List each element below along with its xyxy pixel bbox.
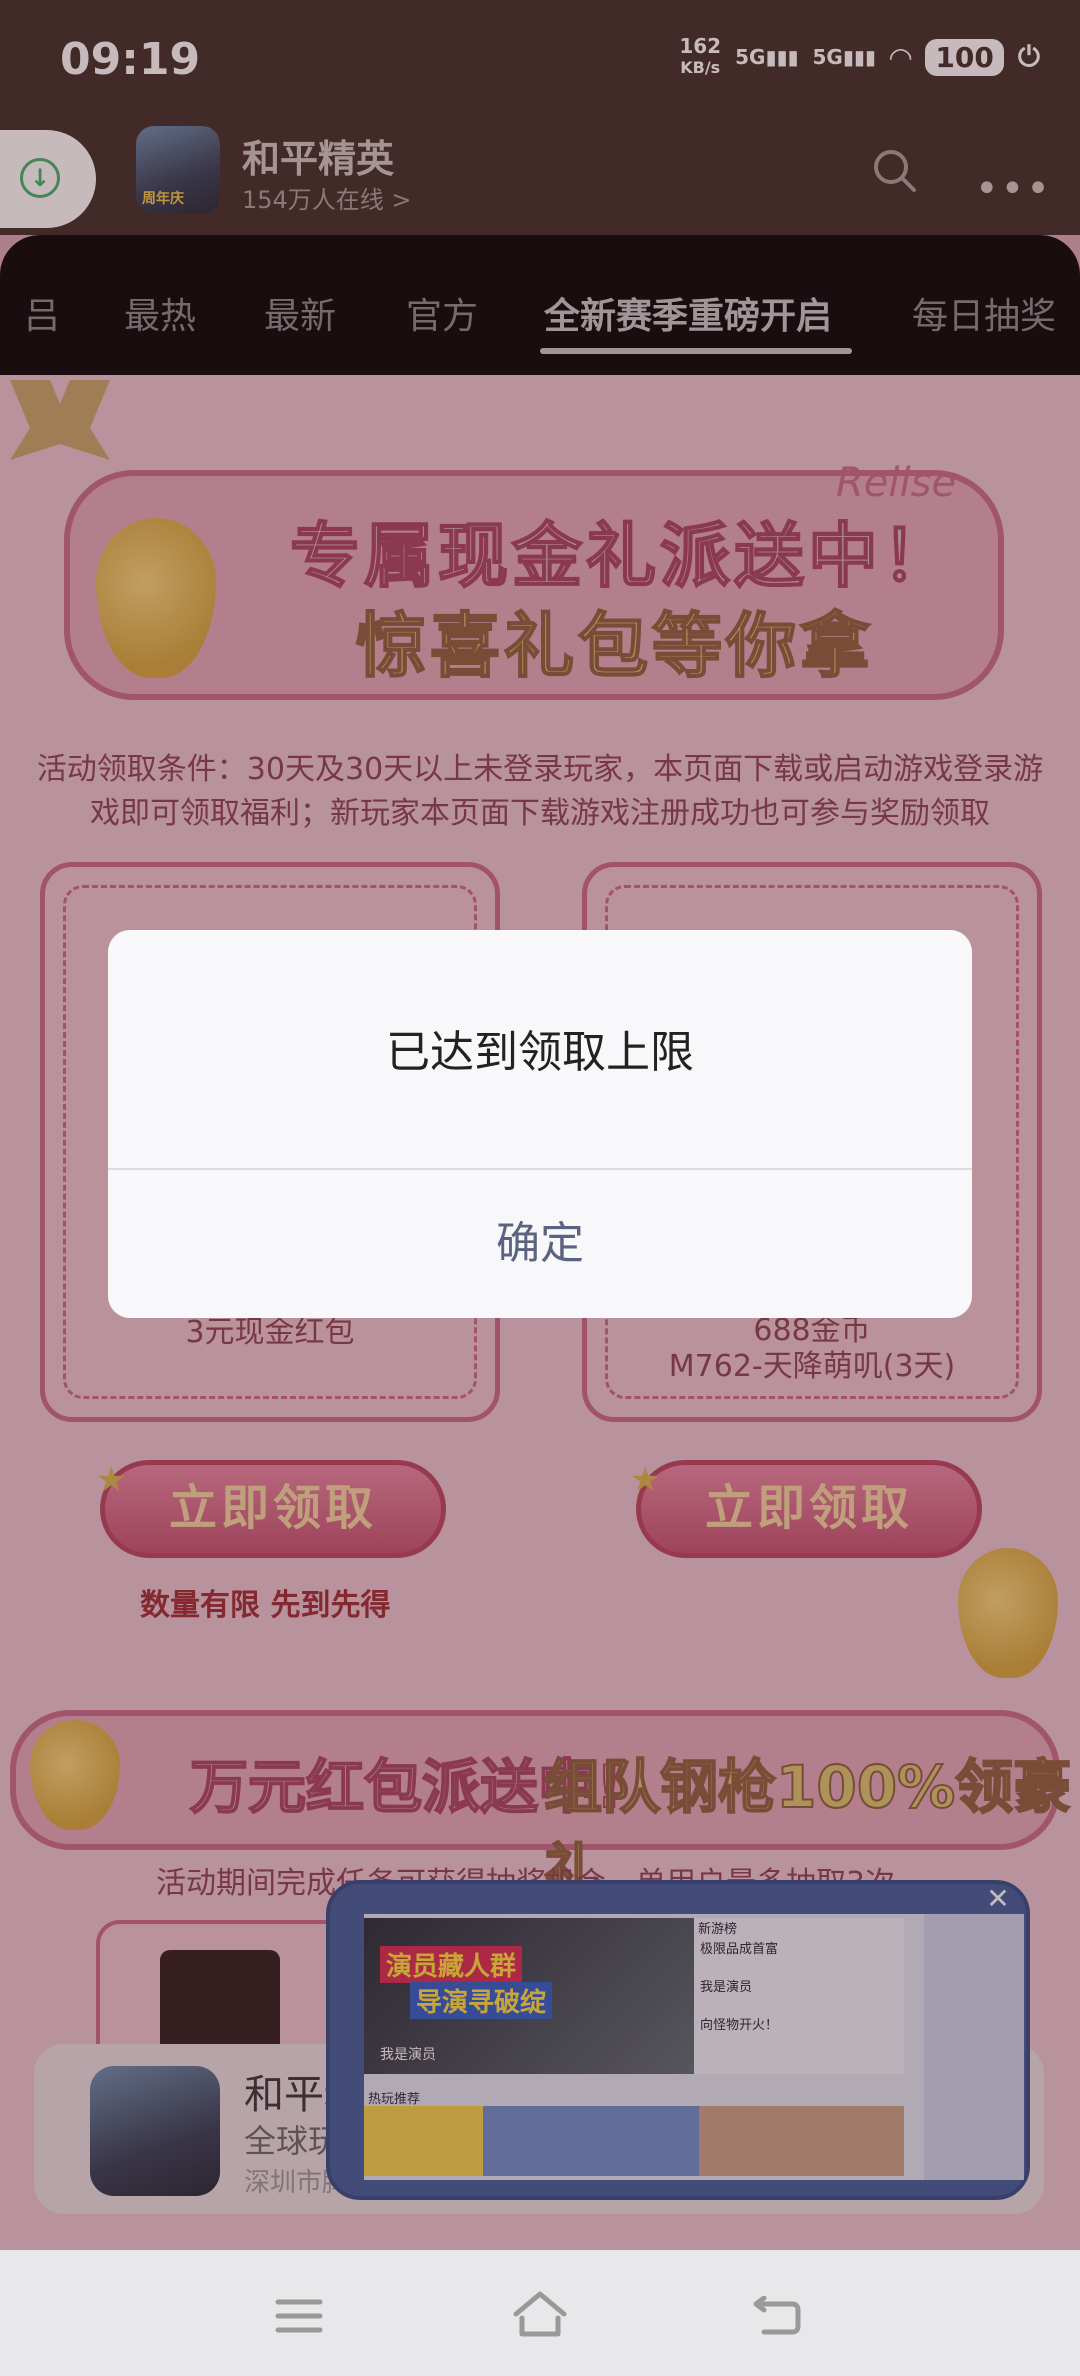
menu-icon[interactable] xyxy=(274,2296,324,2336)
dialog-message: 已达到领取上限 xyxy=(386,1027,694,1078)
confirm-button[interactable]: 确定 xyxy=(108,1170,972,1318)
home-icon[interactable] xyxy=(512,2290,568,2338)
back-icon[interactable] xyxy=(752,2296,802,2336)
